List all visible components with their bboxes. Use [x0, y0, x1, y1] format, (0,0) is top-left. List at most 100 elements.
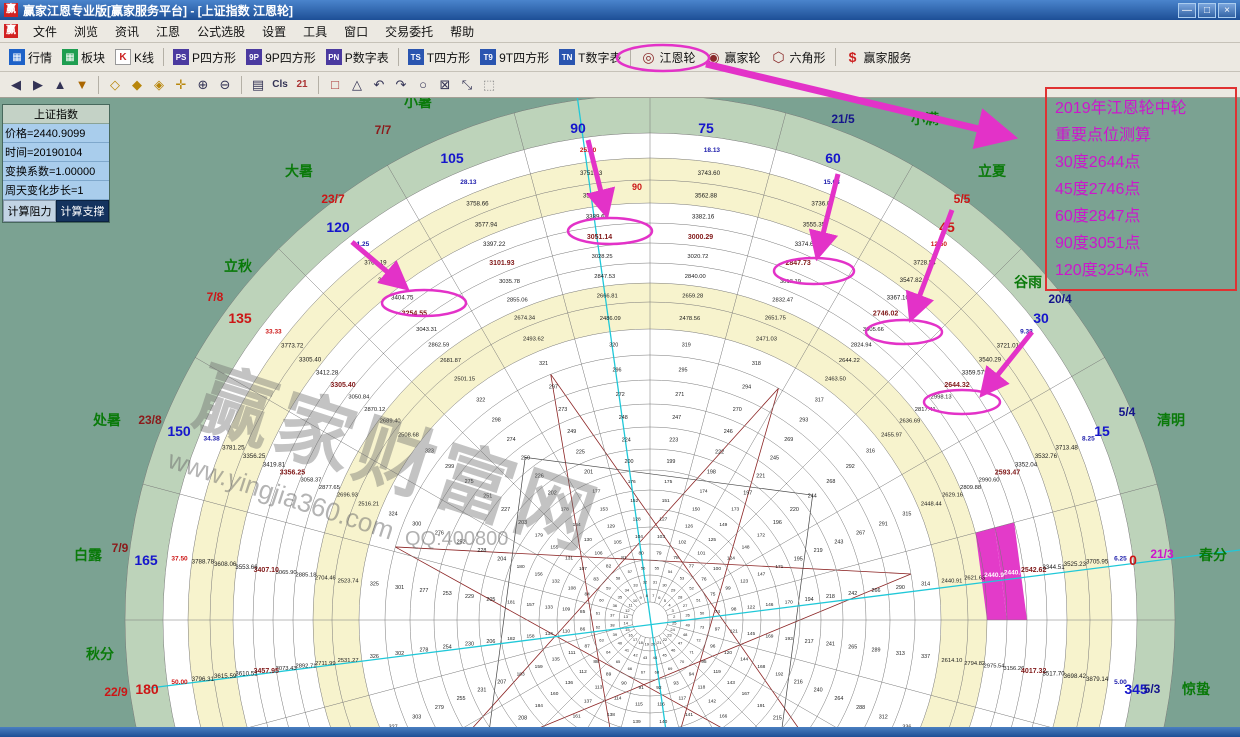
info-row-3: 变换系数=1.00000 [3, 162, 109, 181]
nav-up-icon[interactable]: ▲ [50, 75, 70, 95]
svg-text:273: 273 [558, 407, 567, 413]
svg-text:85: 85 [580, 609, 586, 615]
svg-text:22: 22 [663, 637, 668, 642]
menu-item-7[interactable]: 工具 [295, 20, 335, 43]
winner-service-button[interactable]: $赢家服务 [840, 47, 917, 68]
svg-text:221: 221 [756, 473, 765, 479]
svg-text:241: 241 [826, 642, 835, 648]
info-row-2: 时间=20190104 [3, 143, 109, 162]
svg-text:135: 135 [228, 310, 252, 326]
svg-text:318: 318 [752, 361, 761, 367]
menu-item-9[interactable]: 交易委托 [377, 20, 441, 43]
rotate-ccw-icon[interactable]: ↶ [369, 75, 389, 95]
sectors-button[interactable]: ▦板块 [57, 47, 110, 68]
menu-item-2[interactable]: 浏览 [66, 20, 106, 43]
gann-wheel-button[interactable]: ◎江恩轮 [635, 47, 700, 68]
zoom-in-icon[interactable]: ⊕ [193, 75, 213, 95]
menu-item-3[interactable]: 资讯 [107, 20, 147, 43]
rect-tool-icon[interactable]: □ [325, 75, 345, 95]
circle-tool-icon[interactable]: ○ [413, 75, 433, 95]
svg-text:3028.25: 3028.25 [592, 254, 613, 260]
menu-item-8[interactable]: 窗口 [336, 20, 376, 43]
menu-item-1[interactable]: 文件 [25, 20, 65, 43]
9t-square-button[interactable]: T99T四方形 [475, 47, 554, 68]
rotate-cw-icon[interactable]: ↷ [391, 75, 411, 95]
svg-text:12: 12 [625, 608, 630, 613]
toolbar-separator [398, 48, 399, 66]
svg-text:3553.66: 3553.66 [235, 564, 258, 571]
svg-text:3788.78: 3788.78 [192, 558, 215, 565]
svg-text:326: 326 [370, 654, 379, 660]
calc-resistance-button[interactable]: 计算阻力 [3, 200, 56, 222]
menu-item-4[interactable]: 江恩 [148, 20, 188, 43]
p-number-table-button[interactable]: PNP数字表 [321, 47, 394, 68]
triangle-tool-icon[interactable]: △ [347, 75, 367, 95]
menu-item-6[interactable]: 设置 [254, 20, 294, 43]
svg-text:57: 57 [628, 569, 633, 574]
diamond-outline-icon[interactable]: ◇ [105, 75, 125, 95]
svg-text:152: 152 [630, 498, 638, 504]
svg-text:293: 293 [799, 418, 808, 424]
svg-text:2531.27: 2531.27 [338, 658, 359, 664]
svg-text:142: 142 [708, 699, 716, 705]
svg-text:82: 82 [606, 564, 612, 570]
hexagon-button[interactable]: ⬡六角形 [766, 47, 831, 68]
svg-text:3532.76: 3532.76 [1035, 453, 1058, 460]
svg-text:春分: 春分 [1198, 547, 1227, 563]
diamond-solid-icon[interactable]: ◆ [127, 75, 147, 95]
zoom-out-icon[interactable]: ⊖ [215, 75, 235, 95]
menu-item-10[interactable]: 帮助 [442, 20, 482, 43]
close-button[interactable]: × [1218, 3, 1236, 18]
svg-text:15: 15 [625, 627, 630, 632]
grid-view-icon[interactable]: ▤ [248, 75, 268, 95]
p-square-button[interactable]: PSP四方形 [168, 47, 241, 68]
9p-square-button[interactable]: 9P9P四方形 [241, 47, 321, 68]
gann-wheel-label: 江恩轮 [659, 49, 695, 66]
svg-text:48: 48 [683, 632, 688, 637]
t-number-table-button[interactable]: TNT数字表 [554, 47, 626, 68]
svg-text:87: 87 [585, 644, 591, 650]
svg-text:33.33: 33.33 [265, 328, 282, 335]
svg-text:111: 111 [568, 650, 576, 656]
svg-text:103: 103 [657, 534, 665, 540]
svg-text:325: 325 [370, 582, 379, 588]
svg-text:54: 54 [668, 569, 673, 574]
svg-text:198: 198 [707, 470, 716, 476]
quotes-button[interactable]: ▦行情 [4, 47, 57, 68]
winner-wheel-button[interactable]: ◉赢家轮 [700, 47, 765, 68]
diamond-dot-icon[interactable]: ◈ [149, 75, 169, 95]
cls-button[interactable]: Cls [270, 75, 290, 95]
minimize-button[interactable]: — [1178, 3, 1196, 18]
annotation-line-4: 45度2746点 [1055, 176, 1227, 203]
resize-tool-icon[interactable]: ⤡ [457, 75, 477, 95]
svg-text:135: 135 [552, 657, 560, 663]
calendar-icon[interactable]: 21 [292, 75, 312, 95]
filter-icon[interactable]: ▼ [72, 75, 92, 95]
delete-tool-icon[interactable]: ⊠ [435, 75, 455, 95]
menu-item-5[interactable]: 公式选股 [189, 20, 253, 43]
maximize-button[interactable]: □ [1198, 3, 1216, 18]
nav-next-icon[interactable]: ▶ [28, 75, 48, 95]
nav-prev-icon[interactable]: ◀ [6, 75, 26, 95]
svg-text:109: 109 [562, 607, 570, 613]
calc-support-button[interactable]: 计算支撑 [56, 200, 109, 222]
t-square-button[interactable]: TST四方形 [403, 47, 475, 68]
svg-text:3035.78: 3035.78 [499, 279, 520, 285]
svg-text:269: 269 [784, 437, 793, 443]
svg-text:31: 31 [653, 580, 658, 585]
svg-text:230: 230 [465, 642, 474, 648]
svg-text:谷雨: 谷雨 [1014, 274, 1042, 290]
svg-text:2674.34: 2674.34 [514, 315, 536, 321]
info-rows: 价格=2440.9099时间=20190104变换系数=1.00000周天变化步… [3, 124, 109, 200]
sectors-icon: ▦ [62, 49, 78, 65]
svg-text:300: 300 [412, 521, 421, 527]
toolbar-separator [163, 48, 164, 66]
cross-icon[interactable]: ✛ [171, 75, 191, 95]
select-tool-icon[interactable]: ⬚ [479, 75, 499, 95]
svg-text:清明: 清明 [1157, 412, 1185, 428]
svg-text:3359.57: 3359.57 [962, 369, 985, 376]
svg-text:102: 102 [678, 540, 686, 546]
svg-text:3608.06: 3608.06 [214, 561, 237, 568]
svg-text:2463.50: 2463.50 [825, 376, 846, 382]
kline-button[interactable]: KK线 [110, 47, 159, 68]
